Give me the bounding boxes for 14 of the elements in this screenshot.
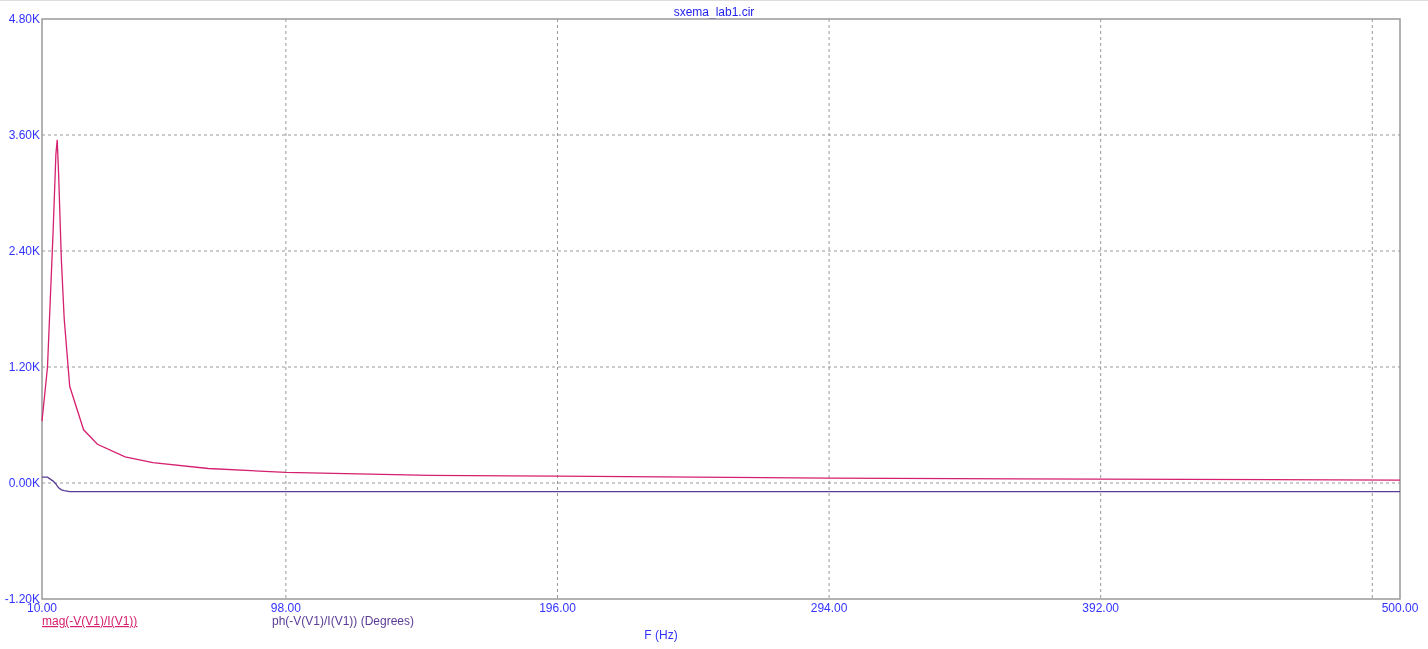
legend-label[interactable]: ph(-V(V1)/I(V1)) (Degrees)	[272, 614, 415, 628]
y-tick-label: 4.80K	[8, 12, 40, 26]
y-tick-label: 2.40K	[8, 244, 40, 258]
x-tick-label: 196.00	[539, 601, 576, 615]
x-axis-label: F (Hz)	[644, 628, 678, 642]
y-tick-label: 3.60K	[8, 128, 40, 142]
legend-label[interactable]: mag(-V(V1)/I(V1))	[42, 614, 138, 628]
x-tick-label: 500.00	[1381, 601, 1419, 615]
x-tick-label: 392.00	[1082, 601, 1120, 615]
y-tick-label: 1.20K	[8, 360, 40, 374]
x-tick-label: 294.00	[810, 601, 848, 615]
chart-title: sxema_lab1.cir	[673, 5, 755, 19]
x-tick-label: 98.00	[270, 601, 301, 615]
y-tick-label: 0.00K	[8, 476, 40, 490]
